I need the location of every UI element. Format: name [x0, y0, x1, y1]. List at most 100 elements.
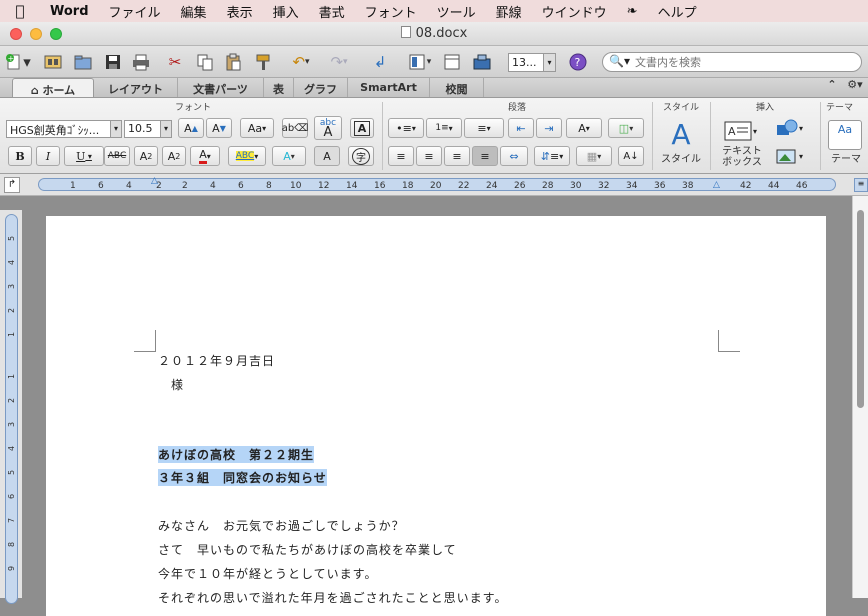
menu-tools[interactable]: ツール — [427, 2, 486, 21]
tab-tables[interactable]: 表 — [264, 78, 294, 97]
right-indent-marker-icon[interactable]: △ — [713, 180, 720, 190]
sidebar-toggle-icon[interactable] — [440, 51, 464, 73]
increase-indent-button[interactable]: ⇥ — [536, 118, 562, 138]
ribbon-settings-icon[interactable]: ⚙▾ — [842, 78, 868, 97]
bullets-button[interactable]: •≡ ▾ — [388, 118, 424, 138]
menu-insert[interactable]: 挿入 — [263, 2, 309, 21]
chevron-down-icon[interactable]: ▾ — [160, 121, 171, 137]
phonetic-guide-button[interactable]: abc A — [314, 116, 342, 140]
undo-icon[interactable]: ↶ ▾ — [284, 51, 318, 73]
help-icon[interactable]: ? — [566, 51, 590, 73]
enclose-characters-button[interactable]: 字 — [348, 146, 374, 166]
document-text-line[interactable]: 様 — [171, 376, 184, 393]
cut-icon[interactable]: ✂ — [162, 51, 188, 73]
underline-button[interactable]: U ▾ — [64, 146, 104, 166]
highlight-button[interactable]: ABC ▾ — [228, 146, 266, 166]
print-icon[interactable] — [128, 51, 154, 73]
textbox-icon[interactable]: A ▾ — [720, 118, 760, 144]
tab-stop-selector[interactable]: ↱ — [4, 177, 20, 193]
vertical-scrollbar[interactable]: ≡ — [852, 178, 868, 598]
search-input[interactable] — [635, 55, 855, 69]
subscript-button[interactable]: A2 — [162, 146, 186, 166]
menu-window[interactable]: ウインドウ — [532, 2, 617, 21]
collapse-ribbon-icon[interactable]: ⌃ — [822, 78, 842, 97]
styles-button[interactable]: スタイル — [656, 154, 706, 165]
tab-layout[interactable]: レイアウト — [94, 78, 178, 97]
decrease-indent-button[interactable]: ⇤ — [508, 118, 534, 138]
script-menu-icon[interactable]: ❧ — [617, 4, 648, 19]
superscript-button[interactable]: A2 — [134, 146, 158, 166]
text-effects-button[interactable]: A ▾ — [272, 146, 306, 166]
gallery-icon[interactable] — [40, 51, 66, 73]
document-search-field[interactable]: 🔍▾ — [602, 52, 862, 72]
menu-table[interactable]: 罫線 — [486, 2, 532, 21]
toolbox-icon[interactable] — [468, 51, 496, 73]
bold-button[interactable]: B — [8, 146, 32, 166]
chevron-down-icon[interactable]: ▾ — [110, 121, 121, 137]
zoom-dropdown-icon[interactable]: ▾ — [543, 54, 555, 71]
tab-home[interactable]: ⌂ ホーム — [12, 78, 94, 97]
shrink-font-button[interactable]: A ▼ — [206, 118, 232, 138]
text-direction-button[interactable]: A ▾ — [566, 118, 602, 138]
insert-hyperlink-icon[interactable]: ↲ — [368, 51, 392, 73]
menu-help[interactable]: ヘルプ — [648, 2, 707, 21]
columns-button[interactable]: ◫ ▾ — [608, 118, 644, 138]
multilevel-list-button[interactable]: ≡ ▾ — [464, 118, 504, 138]
justify-button[interactable]: ≡ — [472, 146, 498, 166]
zoom-select[interactable]: 13... ▾ — [508, 53, 556, 72]
tab-review[interactable]: 校閲 — [430, 78, 484, 97]
split-view-handle[interactable]: ≡ — [854, 178, 868, 192]
app-menu[interactable]: Word — [40, 4, 99, 19]
grow-font-button[interactable]: A ▲ — [178, 118, 204, 138]
indent-marker-icon[interactable]: △ — [151, 176, 158, 186]
document-text-line[interactable]: さて 早いもので私たちがあけぼの高校を卒業して — [158, 541, 457, 558]
view-layout-icon[interactable]: ▾ — [400, 51, 438, 73]
character-border-button[interactable]: A — [350, 118, 374, 138]
italic-button[interactable]: I — [36, 146, 60, 166]
clear-formatting-button[interactable]: ab⌫ — [282, 118, 308, 138]
menu-view[interactable]: 表示 — [217, 2, 263, 21]
paste-icon[interactable] — [220, 51, 246, 73]
document-page[interactable]: ２０１２年９月吉日様あけぼの高校 第２２期生 ３年３組 同窓会のお知らせみなさん … — [46, 216, 826, 616]
selected-text-line[interactable]: ３年３組 同窓会のお知らせ — [158, 469, 327, 486]
tab-document-elements[interactable]: 文書パーツ — [178, 78, 264, 97]
redo-icon[interactable]: ↷ ▾ — [322, 51, 356, 73]
document-area[interactable]: ２０１２年９月吉日様あけぼの高校 第２２期生 ３年３組 同窓会のお知らせみなさん … — [22, 196, 852, 616]
line-spacing-button[interactable]: ⇵ ≡ ▾ — [534, 146, 570, 166]
shapes-icon[interactable]: ▾ — [772, 118, 806, 138]
new-document-icon[interactable]: + ▾ — [4, 51, 32, 73]
distribute-button[interactable]: ⇔ — [500, 146, 528, 166]
align-center-button[interactable]: ≡ — [416, 146, 442, 166]
document-text-line[interactable]: 今年で１０年が経とうとしています。 — [158, 565, 377, 582]
picture-icon[interactable]: ▾ — [772, 146, 806, 166]
copy-icon[interactable] — [192, 51, 218, 73]
font-color-button[interactable]: A ▾ — [190, 146, 220, 166]
themes-icon[interactable]: Aa — [828, 120, 862, 150]
menu-font[interactable]: フォント — [355, 2, 427, 21]
menu-format[interactable]: 書式 — [309, 2, 355, 21]
shading-button[interactable]: ▦ ▾ — [576, 146, 612, 166]
document-text-line[interactable]: みなさん お元気でお過ごしでしょうか？ — [158, 517, 405, 534]
tab-charts[interactable]: グラフ — [294, 78, 348, 97]
tab-smartart[interactable]: SmartArt — [348, 78, 430, 97]
change-case-button[interactable]: Aa ▾ — [240, 118, 274, 138]
align-left-button[interactable]: ≡ — [388, 146, 414, 166]
apple-menu-icon[interactable]:  — [0, 2, 40, 20]
textbox-button[interactable]: テキスト ボックス — [716, 146, 768, 168]
document-text-line[interactable]: ２０１２年９月吉日 — [158, 352, 275, 369]
themes-button[interactable]: テーマ — [826, 154, 866, 165]
numbering-button[interactable]: 1≡ ▾ — [426, 118, 462, 138]
search-icon[interactable]: 🔍▾ — [609, 54, 630, 68]
sort-button[interactable]: A↓ — [618, 146, 644, 166]
font-size-select[interactable]: 10.5 ▾ — [124, 120, 172, 138]
font-name-select[interactable]: HGS創英角ｺﾞｼｯ... ▾ — [6, 120, 122, 138]
menu-edit[interactable]: 編集 — [171, 2, 217, 21]
character-shading-button[interactable]: A — [314, 146, 340, 166]
scrollbar-thumb[interactable] — [857, 210, 864, 408]
open-folder-icon[interactable] — [70, 51, 96, 73]
align-right-button[interactable]: ≡ — [444, 146, 470, 166]
format-painter-icon[interactable] — [250, 51, 276, 73]
menu-file[interactable]: ファイル — [99, 2, 171, 21]
selected-text-line[interactable]: あけぼの高校 第２２期生 — [158, 446, 315, 463]
save-icon[interactable] — [100, 51, 126, 73]
